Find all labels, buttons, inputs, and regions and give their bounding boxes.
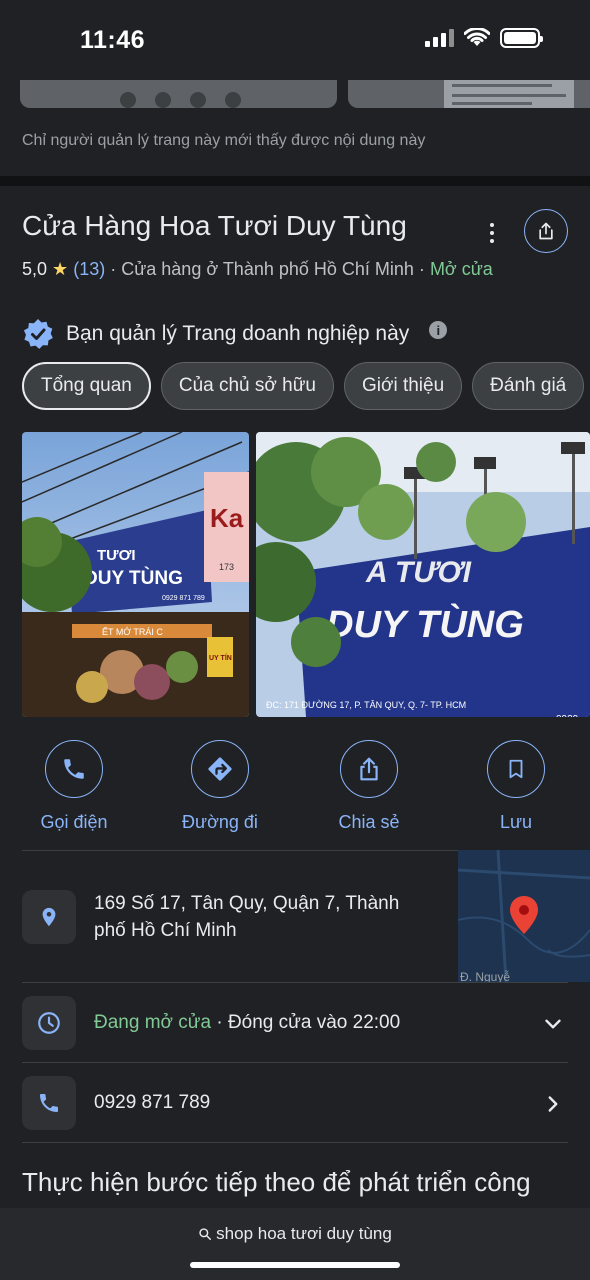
tab-bar: Tổng quan Của chủ sở hữu Giới thiệu Đánh… — [22, 362, 585, 410]
save-label: Lưu — [499, 812, 533, 832]
photo2-address: ĐC: 171 ĐƯỜNG 17, P. TÂN QUY, Q. 7- TP. … — [266, 700, 466, 710]
status-time: 11:46 — [80, 26, 146, 54]
hours-closing-time: · Đóng cửa vào 22:00 — [211, 1012, 401, 1033]
business-meta: 5,0 ★ (13) · Cửa hàng ở Thành phố Hồ Chí… — [22, 255, 502, 283]
open-status: Mở cửa — [429, 259, 493, 279]
business-category: · Cửa hàng ở Thành phố Hồ Chí Minh · — [110, 259, 425, 279]
hours-open-status: Đang mở cửa — [94, 1012, 212, 1033]
tab-from-owner[interactable]: Của chủ sở hữu — [160, 362, 334, 410]
call-label: Gọi điện — [40, 812, 108, 832]
bottom-search-bar[interactable]: shop hoa tươi duy tùng — [0, 1208, 590, 1280]
post-thumbnail[interactable] — [348, 80, 590, 108]
share-button[interactable] — [524, 209, 568, 253]
owner-only-note: Chỉ người quản lý trang này mới thấy đượ… — [22, 132, 426, 149]
directions-button[interactable]: Đường đi — [165, 740, 275, 833]
battery-icon — [500, 28, 543, 48]
hours-text[interactable]: Đang mở cửa · Đóng cửa vào 22:00 — [94, 1012, 400, 1034]
business-name: Cửa Hàng Hoa Tươi Duy Tùng — [22, 210, 407, 241]
info-icon[interactable]: i — [429, 321, 448, 339]
tab-overview[interactable]: Tổng quan — [22, 362, 151, 410]
divider — [22, 1142, 568, 1143]
verified-badge-icon — [23, 319, 53, 349]
photo2-small: 0929 — [556, 714, 579, 717]
clock-icon — [38, 1012, 60, 1034]
photo1-sign-line2: DUY TÙNG — [84, 567, 183, 589]
photo1-sign-line1: TƯƠI — [97, 547, 136, 564]
map-image: Đ. Nguyễ — [458, 850, 590, 982]
location-icon-tile — [22, 890, 76, 944]
location-pin-icon — [42, 907, 56, 927]
call-button[interactable]: Gọi điện — [19, 740, 129, 833]
verified-text: Bạn quản lý Trang doanh nghiệp này — [66, 322, 410, 345]
directions-icon — [208, 757, 232, 781]
divider — [22, 1062, 568, 1063]
share-label: Chia sẻ — [338, 812, 400, 832]
phone-icon — [40, 1094, 58, 1112]
photo1-red-sign-small: 173 — [219, 562, 234, 572]
wifi-icon — [464, 28, 490, 46]
verified-manager-row: Bạn quản lý Trang doanh nghiệp này i — [22, 318, 448, 350]
photo1-red-sign: Ka — [210, 503, 244, 533]
tab-about[interactable]: Giới thiệu — [344, 362, 463, 410]
action-buttons: Gọi điện Đường đi Chia sẻ Lưu — [19, 740, 590, 833]
review-count-link[interactable]: (13) — [73, 259, 105, 279]
map-street-label: Đ. Nguyễ — [460, 969, 510, 982]
map-thumbnail[interactable]: Đ. Nguyễ — [458, 850, 590, 982]
directions-label: Đường đi — [182, 812, 258, 832]
storefront-photo-image: TƯƠI DUY TÙNG 0929 871 789 Ka 173 ẾT MỚ … — [22, 432, 249, 717]
share-action-button[interactable]: Chia sẻ — [314, 740, 424, 833]
photo2-sign-line2: DUY TÙNG — [326, 602, 524, 646]
business-photo[interactable]: TƯƠI DUY TÙNG 0929 871 789 Ka 173 ẾT MỚ … — [22, 432, 249, 717]
share-icon — [539, 222, 553, 240]
star-icon: ★ — [52, 259, 69, 279]
phone-number[interactable]: 0929 871 789 — [94, 1092, 210, 1114]
photo2-sign-line1: A TƯƠI — [365, 556, 472, 589]
business-photo[interactable]: A TƯƠI DUY TÙNG ĐC: 171 ĐƯỜNG 17, P. TÂN… — [256, 432, 590, 717]
cellular-signal-icon — [425, 29, 454, 47]
more-options-icon[interactable] — [480, 220, 504, 246]
divider — [22, 982, 568, 983]
signboard-photo-image: A TƯƠI DUY TÙNG ĐC: 171 ĐƯỜNG 17, P. TÂN… — [256, 432, 590, 717]
rating-value: 5,0 — [22, 259, 48, 279]
tab-reviews[interactable]: Đánh giá — [472, 362, 585, 410]
search-query-pill[interactable]: shop hoa tươi duy tùng — [0, 1224, 590, 1244]
address-text[interactable]: 169 Số 17, Tân Quy, Quận 7, Thành phố Hồ… — [94, 890, 434, 944]
post-thumbnail[interactable] — [20, 80, 337, 108]
chevron-down-icon[interactable] — [540, 1011, 566, 1037]
photo1-banner: ẾT MỚ TRÁI C — [102, 627, 163, 637]
phone-icon — [64, 759, 84, 779]
save-button[interactable]: Lưu — [461, 740, 571, 833]
top-thumbnails — [0, 80, 590, 110]
section-divider — [0, 176, 590, 186]
share-icon — [360, 757, 378, 781]
search-icon — [199, 1228, 212, 1240]
photo1-sign-small: 0929 871 789 — [162, 595, 205, 602]
clock-icon-tile — [22, 996, 76, 1050]
divider — [22, 850, 458, 851]
photo1-yellow-sign: UY TÍN — [209, 653, 232, 662]
status-bar: 11:46 — [0, 0, 590, 80]
home-indicator[interactable] — [190, 1262, 400, 1268]
status-icons — [425, 28, 543, 48]
chevron-right-icon[interactable] — [540, 1091, 566, 1117]
phone-icon-tile — [22, 1076, 76, 1130]
search-query-text: shop hoa tươi duy tùng — [216, 1224, 392, 1243]
bookmark-icon — [509, 759, 523, 779]
